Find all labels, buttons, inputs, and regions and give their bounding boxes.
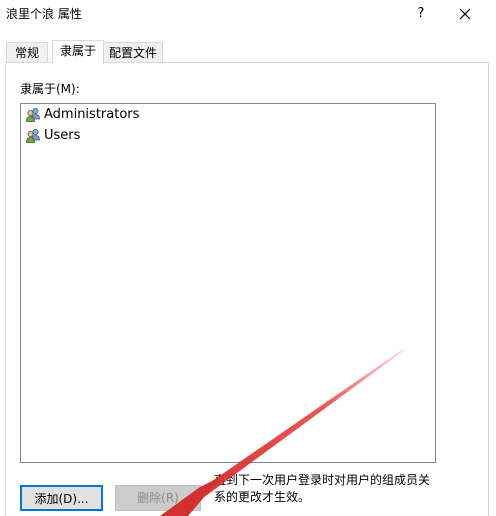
window-title: 浪里个浪 属性 <box>6 7 82 21</box>
member-of-label: 隶属于(M): <box>20 82 80 96</box>
member-of-list[interactable]: Administrators Users <box>20 103 436 463</box>
title-bar: 浪里个浪 属性 ? <box>0 0 496 30</box>
tab-member-of[interactable]: 隶属于 <box>52 40 104 64</box>
list-item-label: Administrators <box>44 107 140 122</box>
add-button[interactable]: 添加(D)... <box>20 485 103 511</box>
user-group-icon <box>25 107 41 123</box>
user-group-icon <box>25 128 41 144</box>
remove-button[interactable]: 删除(R) <box>115 485 201 511</box>
tab-profile[interactable]: 配置文件 <box>103 42 163 63</box>
tab-strip: 常规 隶属于 配置文件 <box>0 40 496 64</box>
help-button[interactable]: ? <box>412 3 430 25</box>
membership-change-note: 直到下一次用户登录时对用户的组成员关系的更改才生效。 <box>214 473 431 504</box>
tab-general[interactable]: 常规 <box>6 42 48 63</box>
list-item[interactable]: Administrators <box>25 106 139 124</box>
close-button[interactable] <box>452 3 478 25</box>
close-icon <box>459 8 471 20</box>
list-item[interactable]: Users <box>25 127 80 145</box>
list-item-label: Users <box>44 128 81 143</box>
